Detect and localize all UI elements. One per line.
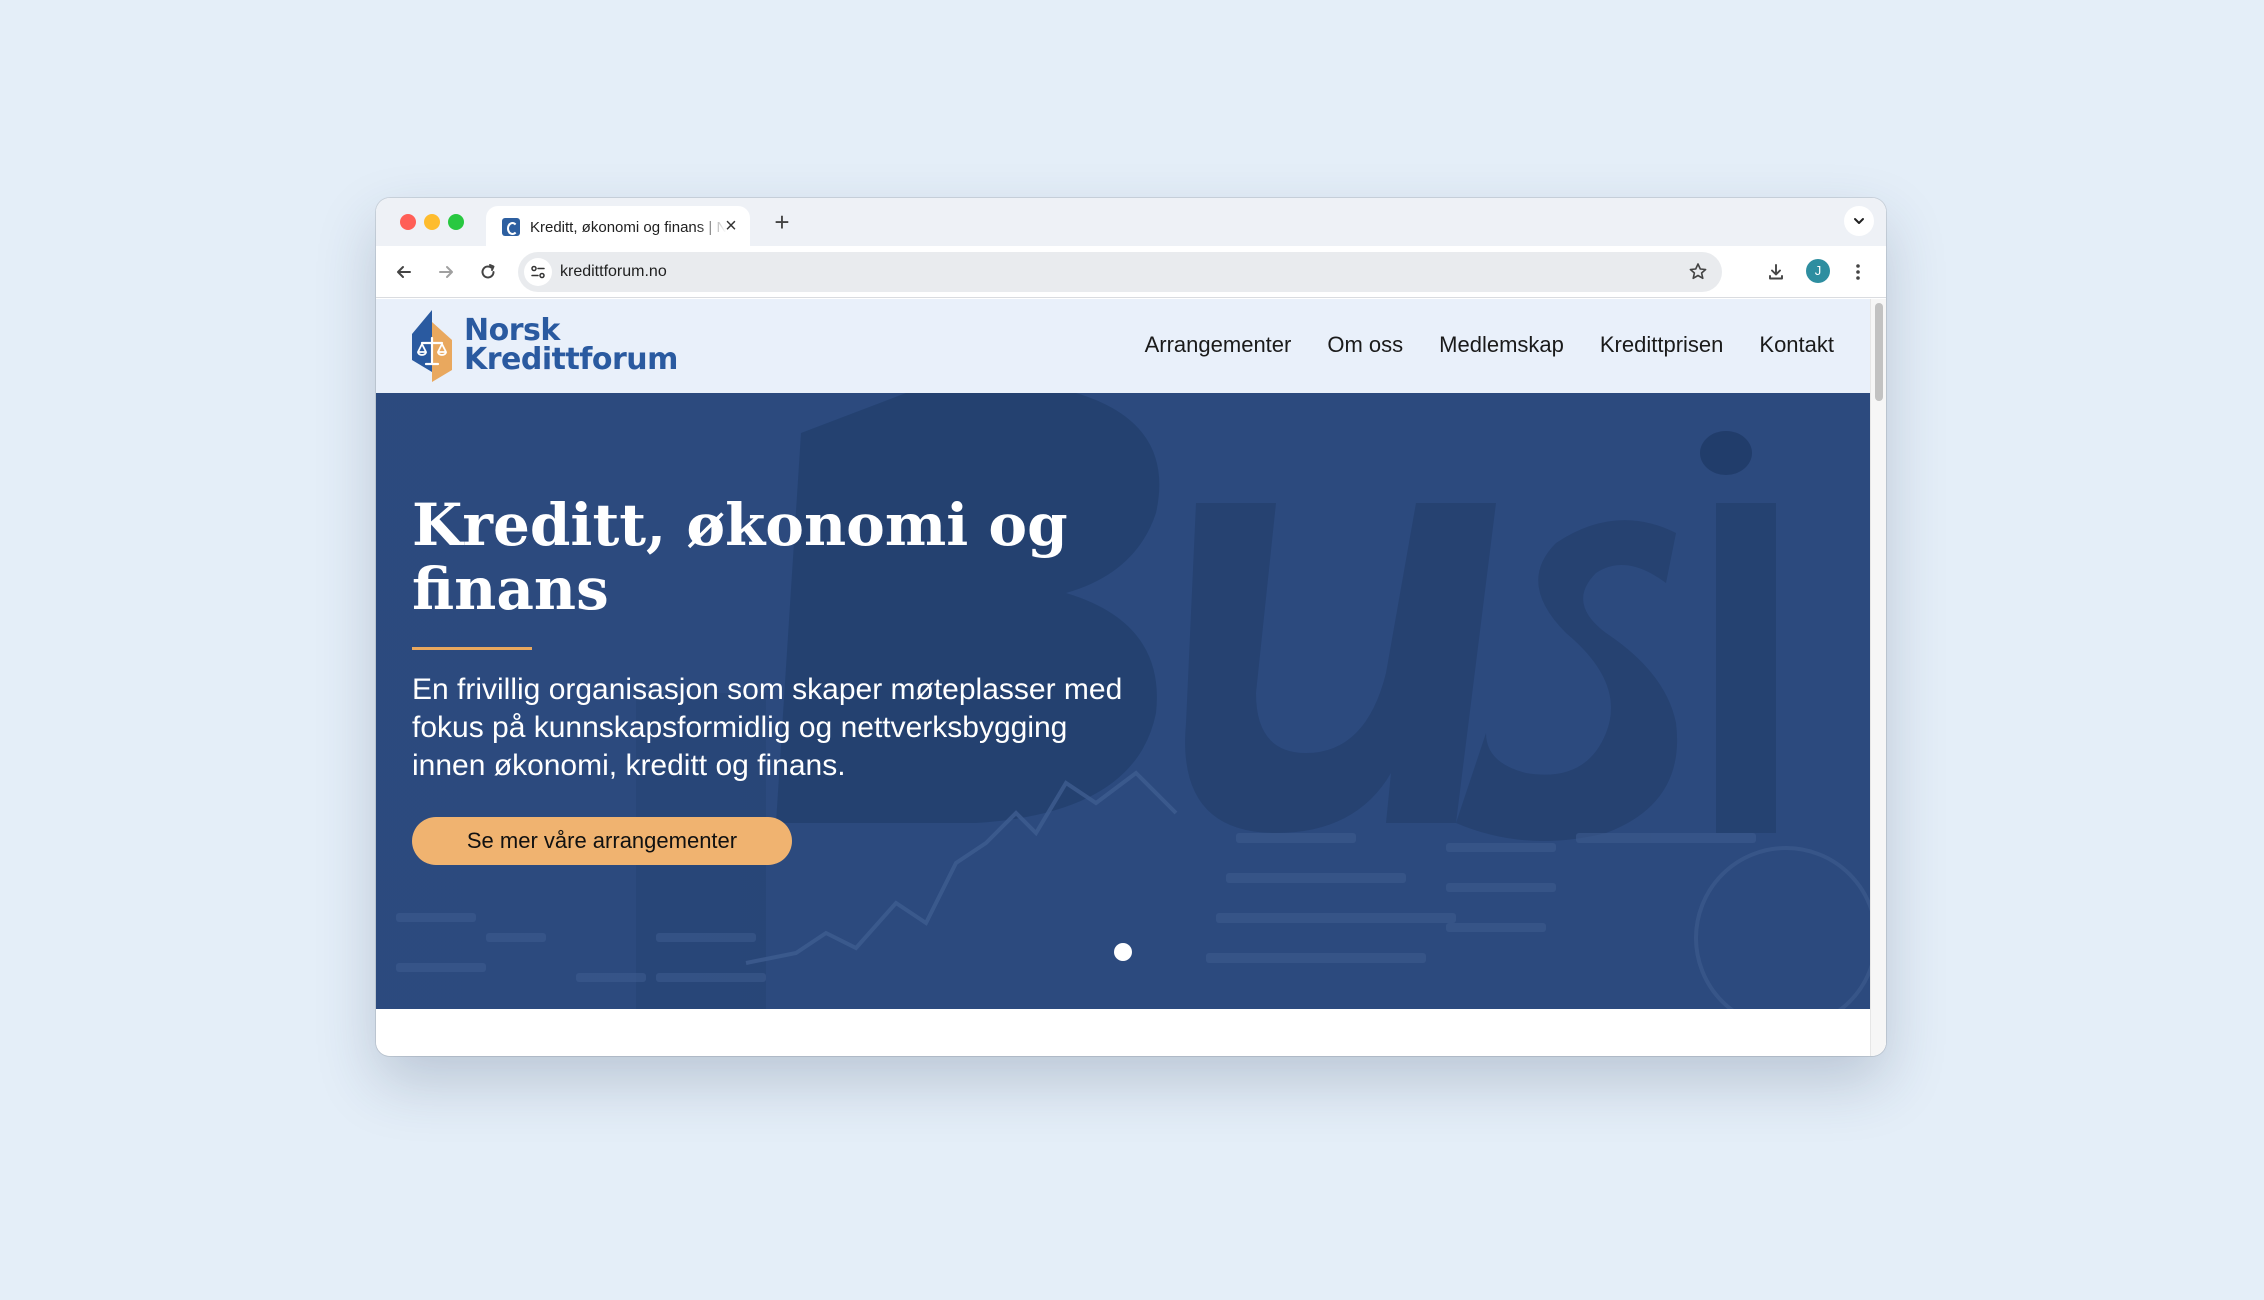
reload-button[interactable] bbox=[474, 258, 502, 286]
site-header: Norsk Kredittforum Arrangementer Om oss … bbox=[376, 299, 1870, 393]
bookmark-button[interactable] bbox=[1686, 260, 1710, 284]
browser-toolbar: kredittforum.no J bbox=[376, 246, 1886, 298]
hero-lead: En frivillig organisasjon som skaper møt… bbox=[412, 673, 1123, 782]
site-info-button[interactable] bbox=[524, 258, 552, 286]
favicon-icon bbox=[502, 218, 520, 236]
back-button[interactable] bbox=[390, 258, 418, 286]
close-window-button[interactable] bbox=[400, 214, 416, 230]
hero-title: Kreditt, økonomi og finans bbox=[412, 491, 1068, 623]
reload-icon bbox=[481, 264, 495, 279]
site-logo[interactable]: Norsk Kredittforum bbox=[410, 308, 680, 386]
download-icon bbox=[1769, 264, 1783, 280]
scrollbar-thumb[interactable] bbox=[1875, 303, 1883, 401]
maximize-window-button[interactable] bbox=[448, 214, 464, 230]
nav-kontakt[interactable]: Kontakt bbox=[1759, 332, 1834, 358]
logo-line-1: Norsk bbox=[464, 313, 560, 348]
tab-search-button[interactable] bbox=[1844, 206, 1874, 236]
back-arrow-icon bbox=[397, 266, 411, 278]
url-text[interactable]: kredittforum.no bbox=[560, 263, 667, 281]
nav-medlemskap[interactable]: Medlemskap bbox=[1439, 332, 1564, 358]
hero-slider: Kreditt, økonomi og finans En frivillig … bbox=[376, 393, 1870, 1009]
main-nav: Arrangementer Om oss Medlemskap Kredittp… bbox=[1145, 332, 1834, 358]
address-bar[interactable]: kredittforum.no bbox=[518, 252, 1722, 292]
bookmark-star-icon bbox=[1689, 263, 1707, 280]
nav-kredittprisen[interactable]: Kredittprisen bbox=[1600, 332, 1724, 358]
tab-close-button[interactable]: × bbox=[720, 215, 742, 237]
forward-arrow-icon bbox=[439, 266, 453, 278]
minimize-window-button[interactable] bbox=[424, 214, 440, 230]
logo-scales-icon bbox=[412, 310, 452, 382]
site-info-icon bbox=[531, 265, 545, 279]
browser-window: Kreditt, økonomi og finans | Norsk Kredi… bbox=[376, 198, 1886, 1056]
logo-line-2: Kredittforum bbox=[464, 342, 678, 377]
logo-wordmark: Norsk Kredittforum bbox=[464, 313, 678, 377]
carousel-dot-active[interactable] bbox=[1114, 943, 1132, 961]
see-events-button[interactable]: Se mer våre arrangementer bbox=[412, 817, 792, 865]
page-scrollbar[interactable] bbox=[1870, 299, 1886, 1056]
new-tab-button[interactable]: + bbox=[768, 208, 796, 236]
tab-title: Kreditt, økonomi og finans | Norsk Kredi… bbox=[530, 219, 726, 236]
nav-om-oss[interactable]: Om oss bbox=[1327, 332, 1403, 358]
page-viewport: Norsk Kredittforum Arrangementer Om oss … bbox=[376, 299, 1886, 1056]
nav-arrangementer[interactable]: Arrangementer bbox=[1145, 332, 1292, 358]
profile-avatar[interactable]: J bbox=[1806, 259, 1830, 283]
tab-strip: Kreditt, økonomi og finans | Norsk Kredi… bbox=[376, 198, 1886, 246]
browser-menu-button[interactable] bbox=[1844, 258, 1872, 286]
downloads-button[interactable] bbox=[1762, 258, 1790, 286]
forward-button[interactable] bbox=[432, 258, 460, 286]
more-vert-icon bbox=[1856, 264, 1860, 280]
chevron-down-icon bbox=[1854, 218, 1864, 224]
hero-divider bbox=[412, 647, 532, 650]
active-tab[interactable]: Kreditt, økonomi og finans | Norsk Kredi… bbox=[486, 206, 750, 246]
